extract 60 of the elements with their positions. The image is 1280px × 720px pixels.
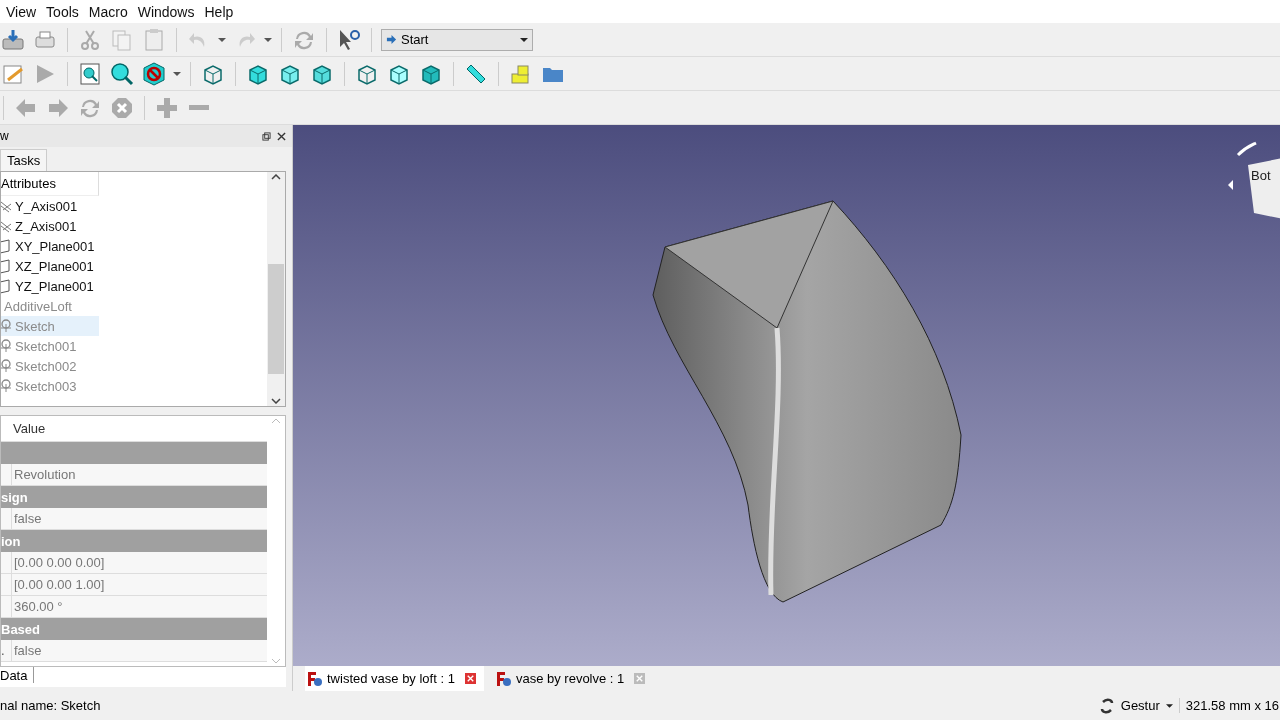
menu-item[interactable]: Windows: [135, 3, 203, 20]
property-name: .: [1, 643, 5, 658]
property-value: false: [11, 508, 42, 529]
panel-title: w: [0, 129, 9, 143]
zoom-fit-icon[interactable]: [77, 60, 103, 87]
column-header: Attributes: [1, 172, 99, 196]
plane-icon: [1, 258, 11, 274]
scrollbar-thumb[interactable]: [268, 264, 284, 374]
property-tab[interactable]: Data: [0, 667, 35, 683]
property-value: Revolution: [11, 464, 76, 485]
menu-item[interactable]: Macro: [86, 3, 136, 20]
close-icon[interactable]: [277, 131, 286, 141]
arrow-icon: [386, 34, 397, 45]
sketch-icon: [1, 318, 11, 334]
property-value: [0.00 0.00 1.00]: [11, 574, 105, 595]
draw-style-icon[interactable]: [141, 60, 167, 87]
tree-item[interactable]: Z_Axis001: [1, 216, 99, 236]
property-group: ion: [1, 530, 267, 552]
menu-item[interactable]: Help: [202, 3, 242, 20]
status-message: nal name: Sketch: [0, 698, 101, 713]
caret-icon[interactable]: [218, 37, 226, 42]
navigation-cube-drawing[interactable]: Bot: [1228, 135, 1280, 225]
caret-icon[interactable]: [173, 71, 181, 76]
property-group: sign: [1, 486, 267, 508]
close-icon[interactable]: [464, 673, 476, 684]
zoom-select-icon[interactable]: [109, 60, 135, 87]
document-tab[interactable]: twisted vase by loft : 1: [305, 666, 484, 691]
tree-item[interactable]: Y_Axis001: [1, 196, 99, 216]
tree-item[interactable]: AdditiveLoft: [1, 296, 99, 316]
tree-item[interactable]: YZ_Plane001: [1, 276, 99, 296]
plane-icon: [1, 238, 11, 254]
tree-item[interactable]: Sketch002: [1, 356, 99, 376]
dimensions-readout: 321.58 mm x 16: [1178, 698, 1279, 713]
document-icon: [307, 670, 323, 687]
tree-item[interactable]: Sketch001: [1, 336, 99, 356]
property-value: [0.00 0.00 0.00]: [11, 552, 105, 573]
scroll-up-icon[interactable]: [271, 174, 281, 180]
sketch-icon: [1, 338, 11, 354]
caret-icon[interactable]: [1165, 703, 1173, 708]
navigation-style-button[interactable]: Gestur: [1120, 698, 1160, 713]
float-icon[interactable]: [262, 131, 271, 141]
property-value: 360.00 °: [11, 596, 63, 617]
sketch-icon: [1, 378, 11, 394]
property-group: Based: [1, 618, 267, 640]
tree-item[interactable]: XZ_Plane001: [1, 256, 99, 276]
document-tab[interactable]: vase by revolve : 1: [493, 666, 654, 691]
document-icon: [495, 670, 512, 687]
workbench-dropdown[interactable]: Start: [381, 28, 533, 51]
sketch-icon: [1, 358, 11, 374]
tree-item[interactable]: Sketch003: [1, 376, 99, 396]
navigation-style-icon[interactable]: [1098, 697, 1115, 714]
tree-item[interactable]: XY_Plane001: [1, 236, 99, 256]
property-value: false: [11, 640, 42, 661]
caret-icon[interactable]: [264, 37, 272, 42]
plane-icon: [1, 278, 11, 294]
caret-icon: [520, 37, 528, 42]
menu-item[interactable]: Tools: [44, 3, 87, 20]
scroll-down-icon[interactable]: [271, 398, 281, 404]
panel-tab[interactable]: Tasks: [0, 149, 48, 171]
menu-item[interactable]: View: [4, 3, 45, 20]
